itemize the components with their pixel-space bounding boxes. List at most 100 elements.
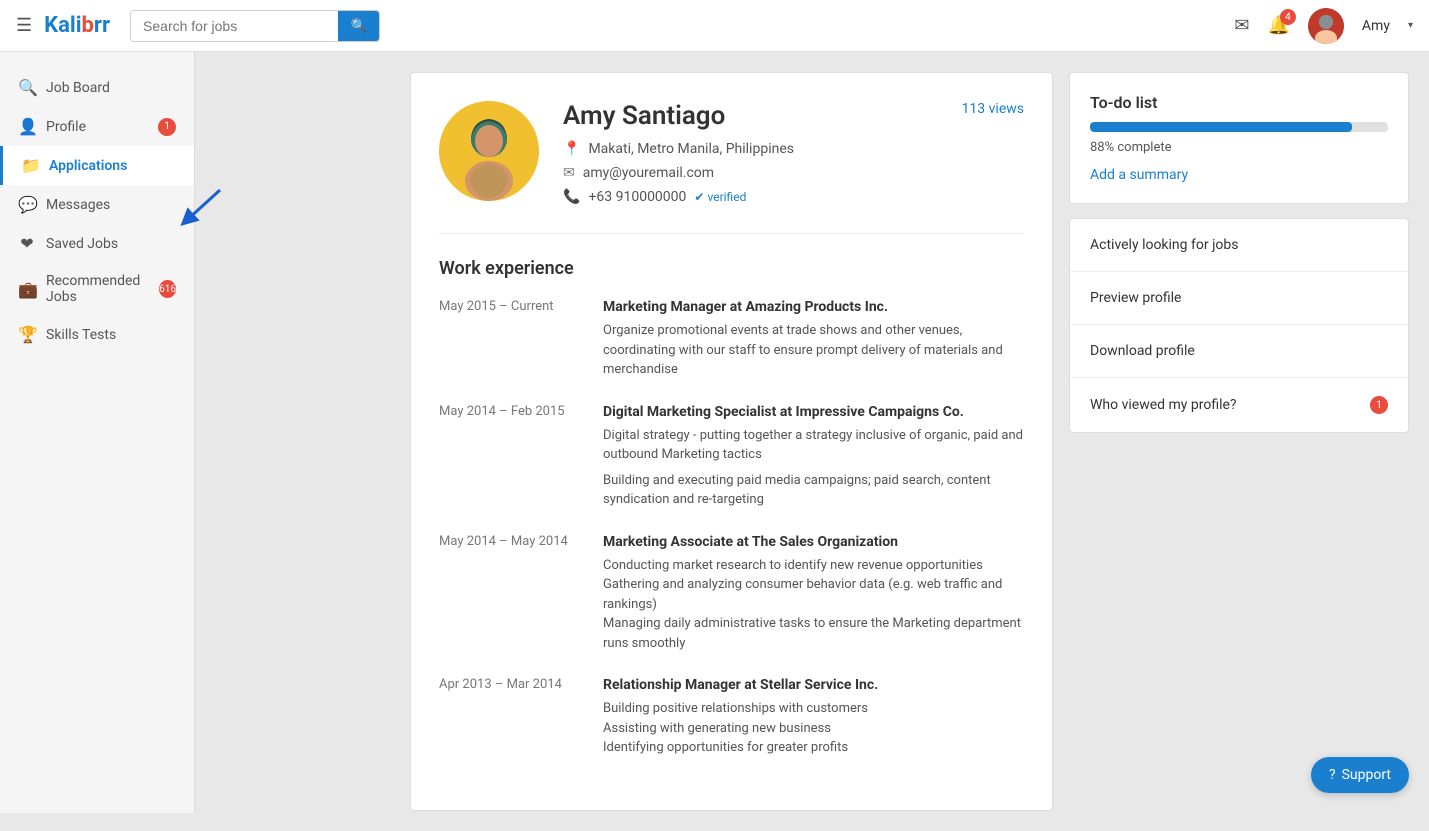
search-icon: 🔍 <box>350 18 367 33</box>
logo[interactable]: Kalibrr <box>44 13 110 38</box>
avatar-image <box>1308 8 1344 44</box>
logo-text: Kali <box>44 13 81 38</box>
verified-label: verified <box>707 190 746 204</box>
todo-card: To-do list 88% complete Add a summary <box>1069 72 1409 204</box>
action-card: Actively looking for jobs Preview profil… <box>1069 218 1409 433</box>
exp-title-1: Marketing Manager at Amazing Products In… <box>603 299 1024 315</box>
exp-content-1: Marketing Manager at Amazing Products In… <box>603 299 1024 380</box>
sidebar-label-skills-tests: Skills Tests <box>46 327 116 343</box>
progress-text: 88% complete <box>1090 140 1388 155</box>
profile-views: 113 views <box>962 101 1024 117</box>
exp-title-4: Relationship Manager at Stellar Service … <box>603 677 1024 693</box>
location-icon: 📍 <box>563 141 580 157</box>
exp-item-3: May 2014 – May 2014 Marketing Associate … <box>439 534 1024 654</box>
exp-item-1: May 2015 – Current Marketing Manager at … <box>439 299 1024 380</box>
search-bar: 🔍 <box>130 10 380 42</box>
sidebar-label-job-board: Job Board <box>46 80 110 96</box>
download-profile-item[interactable]: Download profile <box>1070 325 1408 378</box>
notification-icon[interactable]: 🔔 4 <box>1268 15 1290 36</box>
skills-tests-icon: 🏆 <box>18 325 36 344</box>
mail-icon[interactable]: ✉ <box>1234 15 1249 36</box>
exp-desc-3b: Gathering and analyzing consumer behavio… <box>603 575 1024 614</box>
applications-icon: 📁 <box>21 156 39 175</box>
logo-text2: rr <box>94 13 110 38</box>
who-viewed-badge: 1 <box>1370 396 1388 414</box>
exp-desc-2a: Digital strategy - putting together a st… <box>603 426 1024 465</box>
exp-desc-4b: Assisting with generating new business <box>603 719 1024 739</box>
preview-profile-label: Preview profile <box>1090 290 1181 306</box>
progress-fill <box>1090 122 1352 132</box>
mail-symbol: ✉ <box>1234 15 1249 36</box>
sidebar-item-skills-tests[interactable]: 🏆 Skills Tests <box>0 315 194 354</box>
sidebar-label-messages: Messages <box>46 197 110 213</box>
location-text: Makati, Metro Manila, Philippines <box>588 141 794 157</box>
exp-desc-4c: Identifying opportunities for greater pr… <box>603 738 1024 758</box>
add-summary-link[interactable]: Add a summary <box>1090 167 1188 183</box>
exp-item-4: Apr 2013 – Mar 2014 Relationship Manager… <box>439 677 1024 758</box>
left-column: Amy Santiago 113 views 📍 Makati, Metro M… <box>410 72 1053 811</box>
phone-icon: 📞 <box>563 189 580 205</box>
menu-icon[interactable]: ☰ <box>16 15 32 36</box>
support-button[interactable]: ? Support <box>1311 757 1409 793</box>
exp-content-2: Digital Marketing Specialist at Impressi… <box>603 404 1024 510</box>
user-name[interactable]: Amy <box>1362 18 1390 34</box>
saved-jobs-icon: ❤ <box>18 234 36 253</box>
profile-location: 📍 Makati, Metro Manila, Philippines <box>563 141 1024 157</box>
header-right: ✉ 🔔 4 Amy ▾ <box>1234 8 1413 44</box>
check-icon: ✔ <box>694 190 704 204</box>
exp-desc-3c: Managing daily administrative tasks to e… <box>603 614 1024 653</box>
profile-info: Amy Santiago 113 views 📍 Makati, Metro M… <box>563 101 1024 213</box>
actively-looking-label: Actively looking for jobs <box>1090 237 1239 253</box>
verified-badge: ✔ verified <box>694 190 746 204</box>
notification-badge: 4 <box>1280 9 1296 25</box>
avatar[interactable] <box>1308 8 1344 44</box>
download-profile-label: Download profile <box>1090 343 1195 359</box>
profile-badge: 1 <box>158 118 176 136</box>
sidebar-label-recommended-jobs: Recommended Jobs <box>46 273 149 305</box>
exp-desc-1: Organize promotional events at trade sho… <box>603 321 1024 380</box>
exp-date-4: Apr 2013 – Mar 2014 <box>439 677 579 758</box>
profile-icon: 👤 <box>18 117 36 136</box>
recommended-jobs-icon: 💼 <box>18 280 36 299</box>
sidebar-item-profile[interactable]: 👤 Profile 1 <box>0 107 194 146</box>
exp-item-2: May 2014 – Feb 2015 Digital Marketing Sp… <box>439 404 1024 510</box>
who-viewed-label: Who viewed my profile? <box>1090 397 1237 413</box>
sidebar: 🔍 Job Board 👤 Profile 1 📁 Applications 💬… <box>0 52 195 813</box>
sidebar-label-profile: Profile <box>46 119 86 135</box>
job-board-icon: 🔍 <box>18 78 36 97</box>
sidebar-item-job-board[interactable]: 🔍 Job Board <box>0 68 194 107</box>
exp-title-3: Marketing Associate at The Sales Organiz… <box>603 534 1024 550</box>
sidebar-item-recommended-jobs[interactable]: 💼 Recommended Jobs 616 <box>0 263 194 315</box>
profile-avatar <box>439 101 539 201</box>
logo-accent: b <box>82 13 94 38</box>
exp-date-3: May 2014 – May 2014 <box>439 534 579 654</box>
search-input[interactable] <box>131 11 338 41</box>
todo-title: To-do list <box>1090 93 1388 112</box>
exp-title-2: Digital Marketing Specialist at Impressi… <box>603 404 1024 420</box>
sidebar-label-applications: Applications <box>49 158 127 174</box>
who-viewed-item[interactable]: Who viewed my profile? 1 <box>1070 378 1408 432</box>
support-label: Support <box>1342 767 1391 783</box>
exp-desc-4a: Building positive relationships with cus… <box>603 699 1024 719</box>
exp-content-3: Marketing Associate at The Sales Organiz… <box>603 534 1024 654</box>
exp-date-1: May 2015 – Current <box>439 299 579 380</box>
recommended-jobs-badge: 616 <box>159 280 176 298</box>
search-button[interactable]: 🔍 <box>338 11 379 41</box>
sidebar-item-saved-jobs[interactable]: ❤ Saved Jobs <box>0 224 194 263</box>
sidebar-item-messages[interactable]: 💬 Messages <box>0 185 194 224</box>
phone-text: +63 910000000 <box>588 189 686 205</box>
exp-content-4: Relationship Manager at Stellar Service … <box>603 677 1024 758</box>
sidebar-item-applications[interactable]: 📁 Applications <box>0 146 194 185</box>
profile-phone: 📞 +63 910000000 ✔ verified <box>563 189 1024 205</box>
progress-bar <box>1090 122 1388 132</box>
profile-card: Amy Santiago 113 views 📍 Makati, Metro M… <box>410 72 1053 811</box>
profile-avatar-image <box>439 101 539 201</box>
support-icon: ? <box>1329 767 1336 783</box>
header: ☰ Kalibrr 🔍 ✉ 🔔 4 Amy ▾ <box>0 0 1429 52</box>
preview-profile-item[interactable]: Preview profile <box>1070 272 1408 325</box>
email-icon: ✉ <box>563 165 575 181</box>
actively-looking-item[interactable]: Actively looking for jobs <box>1070 219 1408 272</box>
dropdown-arrow-icon[interactable]: ▾ <box>1408 20 1413 31</box>
exp-desc-3a: Conducting market research to identify n… <box>603 556 1024 576</box>
exp-date-2: May 2014 – Feb 2015 <box>439 404 579 510</box>
